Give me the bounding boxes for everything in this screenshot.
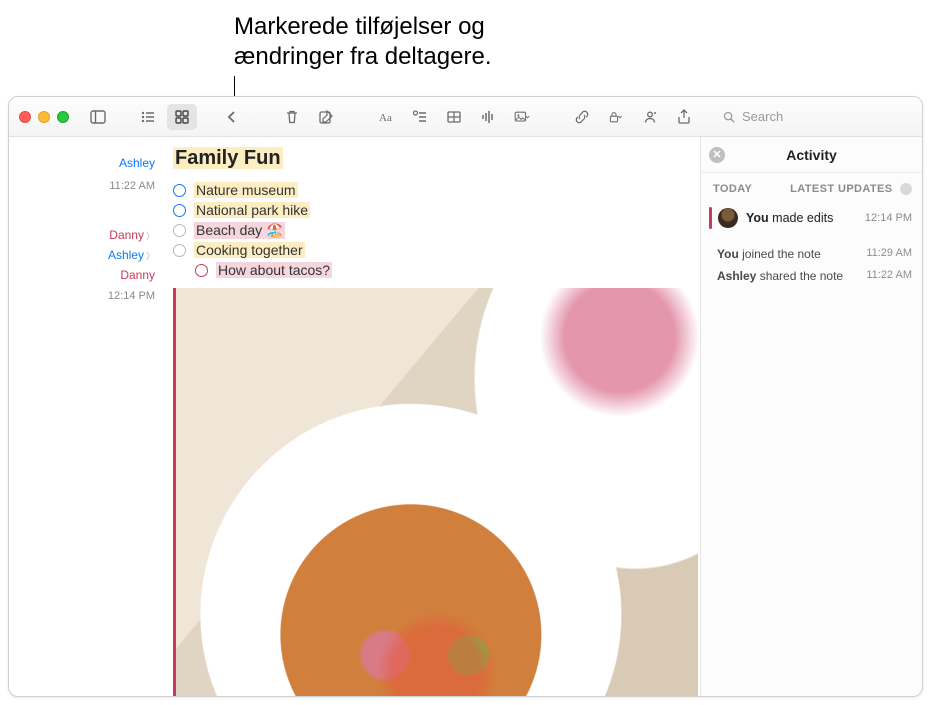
lock-button[interactable] — [601, 104, 631, 130]
lock-icon — [608, 109, 624, 125]
activity-action: shared the note — [760, 269, 843, 283]
link-button[interactable] — [567, 104, 597, 130]
attr-name[interactable]: Danny — [120, 268, 155, 282]
compose-icon — [318, 109, 334, 125]
list-icon — [140, 109, 156, 125]
callout-text: Markerede tilføjelser og ændringer fra d… — [234, 12, 491, 72]
activity-title: Activity — [786, 147, 837, 163]
minimize-window-button[interactable] — [38, 111, 50, 123]
note-title[interactable]: Family Fun — [173, 147, 283, 169]
attr-name[interactable]: Ashley — [119, 156, 155, 170]
search-placeholder: Search — [742, 109, 783, 124]
avatar — [718, 208, 738, 228]
back-button[interactable] — [217, 104, 247, 130]
checkbox-icon[interactable] — [173, 224, 186, 237]
today-label: TODAY — [713, 183, 752, 195]
checklist-text[interactable]: Beach day 🏖️ — [194, 222, 285, 239]
attr-name[interactable]: Danny — [109, 228, 144, 242]
table-button[interactable] — [439, 104, 469, 130]
list-view-button[interactable] — [133, 104, 163, 130]
sidebar-icon — [90, 109, 106, 125]
media-button[interactable] — [507, 104, 537, 130]
callout-line2: ændringer fra deltagere. — [234, 43, 491, 70]
activity-time: 11:29 AM — [866, 247, 912, 261]
activity-action: made edits — [772, 211, 833, 225]
search-icon — [722, 110, 736, 124]
activity-who: You — [746, 211, 769, 225]
format-button[interactable]: Aa — [371, 104, 401, 130]
delete-button[interactable] — [277, 104, 307, 130]
activity-header: ✕ Activity — [701, 137, 922, 173]
search-field[interactable]: Search — [712, 109, 912, 124]
checkbox-icon[interactable] — [173, 184, 186, 197]
trash-icon — [284, 109, 300, 125]
chevron-right-icon: 〉 — [146, 231, 155, 241]
activity-who: Ashley — [717, 269, 756, 283]
window-controls — [19, 111, 69, 123]
toggle-sidebar-button[interactable] — [83, 104, 113, 130]
checklist-item[interactable]: Beach day 🏖️ — [173, 220, 700, 240]
checkbox-icon[interactable] — [173, 204, 186, 217]
activity-subheader: TODAY LATEST UPDATES — [701, 173, 922, 201]
checklist-item[interactable]: How about tacos? — [173, 260, 700, 280]
text-format-icon: Aa — [378, 109, 394, 125]
checklist-item[interactable]: Nature museum — [173, 180, 700, 200]
activity-line[interactable]: Ashley shared the note 11:22 AM — [701, 265, 922, 287]
checklist-text[interactable]: How about tacos? — [216, 262, 332, 278]
note-image[interactable] — [173, 288, 698, 696]
svg-text:Aa: Aa — [379, 112, 392, 124]
attr-time: 11:22 AM — [109, 180, 155, 192]
audio-button[interactable] — [473, 104, 503, 130]
latest-updates-label[interactable]: LATEST UPDATES — [790, 183, 892, 195]
collaborate-icon — [642, 109, 658, 125]
link-icon — [574, 109, 590, 125]
checklist-text[interactable]: Nature museum — [194, 182, 298, 198]
window-body: Ashley 11:22 AM Danny〉 Ashley〉 Danny 12:… — [9, 137, 922, 696]
checklist-icon — [412, 109, 428, 125]
checklist-item[interactable]: Cooking together — [173, 240, 700, 260]
checklist-text[interactable]: National park hike — [194, 202, 310, 218]
activity-time: 12:14 PM — [865, 212, 912, 224]
checklist-item[interactable]: National park hike — [173, 200, 700, 220]
share-icon — [676, 109, 692, 125]
activity-who: You — [717, 247, 739, 261]
checklist-text[interactable]: Cooking together — [194, 242, 305, 258]
activity-panel: ✕ Activity TODAY LATEST UPDATES You made… — [700, 137, 922, 696]
checklist-button[interactable] — [405, 104, 435, 130]
checkbox-icon[interactable] — [195, 264, 208, 277]
chevron-right-icon: 〉 — [146, 251, 155, 261]
collaborate-button[interactable] — [635, 104, 665, 130]
close-activity-button[interactable]: ✕ — [709, 147, 725, 163]
grid-icon — [174, 109, 190, 125]
attr-time: 12:14 PM — [108, 290, 155, 302]
chevron-left-icon — [224, 109, 240, 125]
attr-name[interactable]: Ashley — [108, 248, 144, 262]
waveform-icon — [480, 109, 496, 125]
attribution-gutter: Ashley 11:22 AM Danny〉 Ashley〉 Danny 12:… — [9, 137, 165, 696]
activity-text: You made edits — [746, 211, 865, 225]
table-icon — [446, 109, 462, 125]
callout-line1: Markerede tilføjelser og — [234, 13, 485, 40]
chevron-right-icon[interactable] — [900, 183, 912, 195]
activity-accent-bar — [709, 207, 712, 229]
activity-time: 11:22 AM — [866, 269, 912, 283]
gallery-view-button[interactable] — [167, 104, 197, 130]
photo-icon — [514, 109, 530, 125]
note-editor[interactable]: Family Fun Nature museum National park h… — [165, 137, 700, 696]
share-button[interactable] — [669, 104, 699, 130]
activity-action: joined the note — [742, 247, 821, 261]
zoom-window-button[interactable] — [57, 111, 69, 123]
notes-window: Aa Search — [8, 96, 923, 697]
checkbox-icon[interactable] — [173, 244, 186, 257]
activity-item[interactable]: You made edits 12:14 PM — [701, 201, 922, 235]
checklist: Nature museum National park hike Beach d… — [173, 180, 700, 280]
close-window-button[interactable] — [19, 111, 31, 123]
toolbar: Aa Search — [9, 97, 922, 137]
new-note-button[interactable] — [311, 104, 341, 130]
activity-line[interactable]: You joined the note 11:29 AM — [701, 243, 922, 265]
